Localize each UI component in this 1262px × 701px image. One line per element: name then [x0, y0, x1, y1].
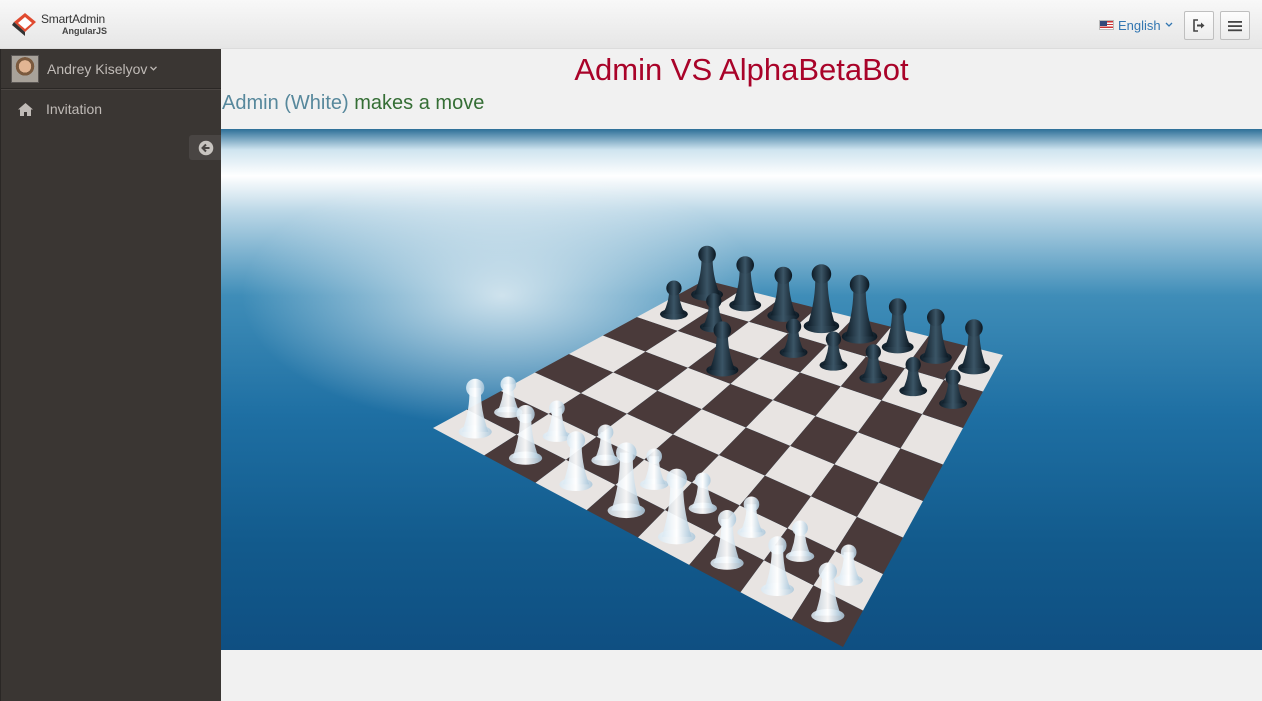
chess-scene [221, 129, 1262, 650]
top-header: SmartAdmin AngularJS English [0, 0, 1262, 49]
minify-sidebar-button[interactable] [189, 135, 222, 160]
chevron-down-icon [1165, 22, 1173, 27]
smartadmin-logo-icon [12, 13, 36, 36]
sign-out-icon [1193, 19, 1205, 32]
us-flag-icon [1099, 20, 1114, 30]
avatar [11, 54, 39, 83]
sidebar-item-label: Invitation [46, 101, 103, 117]
arrow-circle-left-icon [198, 140, 213, 155]
user-info[interactable]: Andrey Kiselyov [1, 49, 221, 89]
left-sidebar: Andrey Kiselyov Invitation [0, 49, 222, 701]
hamburger-icon [1228, 20, 1242, 31]
home-icon [18, 102, 33, 116]
logo-subtitle: AngularJS [62, 26, 108, 36]
menu-toggle-button[interactable] [1220, 11, 1250, 40]
user-menu[interactable]: Andrey Kiselyov [47, 60, 158, 77]
turn-action: makes a move [354, 92, 485, 114]
main-content: Admin VS AlphaBetaBot Admin (White) make… [221, 49, 1262, 701]
current-player: Admin (White) [222, 92, 349, 114]
chess-3d-viewport[interactable] [221, 129, 1262, 650]
logout-button[interactable] [1184, 11, 1214, 40]
game-title: Admin VS AlphaBetaBot [574, 52, 909, 87]
user-name: Andrey Kiselyov [47, 60, 148, 77]
sidebar-item-invitation[interactable]: Invitation [1, 89, 221, 129]
language-selector[interactable]: English [1099, 17, 1173, 33]
logo-title: SmartAdmin [41, 12, 106, 26]
logo[interactable]: SmartAdmin AngularJS [11, 10, 121, 40]
turn-status: Admin (White) makes a move [222, 92, 484, 115]
language-label: English [1118, 17, 1161, 33]
chevron-down-icon [150, 66, 158, 71]
